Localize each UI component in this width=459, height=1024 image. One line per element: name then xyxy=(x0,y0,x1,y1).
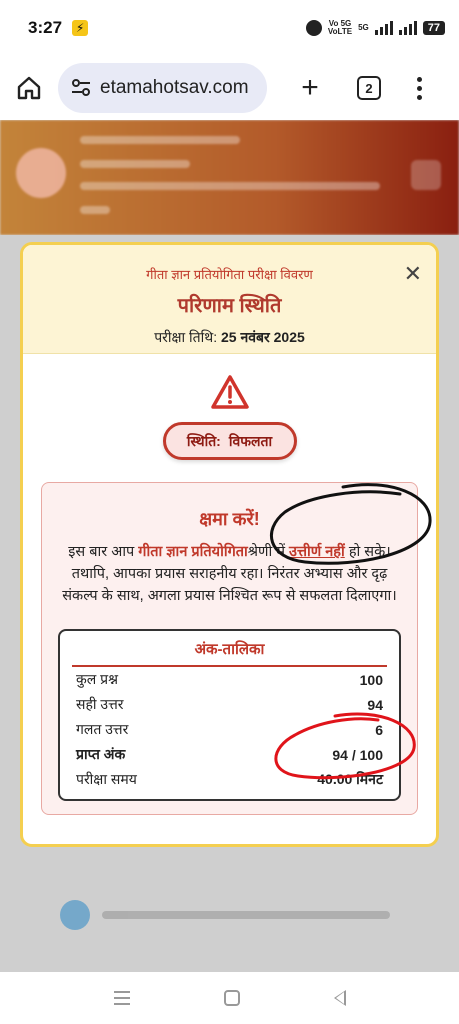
status-value: विफलता xyxy=(228,432,273,449)
blurred-footer xyxy=(60,900,390,930)
modal-title: परिणाम स्थिति xyxy=(177,295,282,317)
blurred-footer-logo xyxy=(60,900,90,930)
result-message-box: क्षमा करें! इस बार आप गीता ज्ञान प्रतियो… xyxy=(41,482,418,815)
blurred-close-icon xyxy=(411,160,441,190)
close-button[interactable]: ✕ xyxy=(404,261,422,287)
status-badge: स्थिति: विफलता xyxy=(162,422,297,460)
score-label: प्राप्त अंक xyxy=(76,746,126,762)
score-card-title: अंक-तालिका xyxy=(72,639,387,667)
page-content: गीता ज्ञान प्रतियोगिता परीक्षा विवरण परि… xyxy=(0,120,459,972)
signal-icon xyxy=(374,21,393,35)
result-message: इस बार आप गीता ज्ञान प्रतियोगिताश्रेणी म… xyxy=(42,531,417,607)
tab-switcher-button[interactable]: 2 xyxy=(357,76,381,100)
score-label: गलत उत्तर xyxy=(76,721,129,737)
score-value: 40.00 मिनट xyxy=(317,771,383,787)
score-value: 94 / 100 xyxy=(332,746,383,763)
url-bar[interactable]: etamahotsav.com xyxy=(58,63,267,113)
score-label: सही उत्तर xyxy=(76,696,124,712)
status-label: स्थिति: xyxy=(186,432,221,449)
score-label: कुल प्रश्न xyxy=(76,671,118,687)
msg-highlight-1: गीता ज्ञान प्रतियोगिता xyxy=(138,544,248,560)
score-card: अंक-तालिका कुल प्रश्न 100 सही उत्तर 94 ग… xyxy=(58,629,401,801)
home-nav-icon[interactable] xyxy=(223,990,240,1006)
msg-highlight-2: उत्तीर्ण नहीं xyxy=(289,544,345,560)
exam-date-value: 25 नवंबर 2025 xyxy=(221,329,305,345)
alarm-icon xyxy=(305,20,322,36)
recent-apps-icon[interactable] xyxy=(113,991,130,1005)
site-settings-icon[interactable] xyxy=(70,77,92,99)
browser-toolbar: etamahotsav.com + 2 xyxy=(0,56,459,120)
more-menu-icon[interactable] xyxy=(417,76,422,100)
new-tab-icon[interactable]: + xyxy=(295,71,325,105)
blurred-site-header xyxy=(0,120,459,235)
score-row-total: कुल प्रश्न 100 xyxy=(72,667,387,692)
score-value: 94 xyxy=(367,696,383,713)
url-text: etamahotsav.com xyxy=(100,77,249,98)
clock: 3:27 xyxy=(28,18,63,37)
result-heading: क्षमा करें! xyxy=(199,509,260,529)
exam-date-label: परीक्षा तिथि: xyxy=(154,329,218,345)
modal-subtitle: गीता ज्ञान प्रतियोगिता परीक्षा विवरण xyxy=(146,267,313,282)
flash-app-icon: ⚡ xyxy=(72,20,89,36)
modal-header: गीता ज्ञान प्रतियोगिता परीक्षा विवरण परि… xyxy=(23,245,436,354)
blurred-logo xyxy=(16,148,66,198)
score-label: परीक्षा समय xyxy=(76,771,137,787)
result-modal: गीता ज्ञान प्रतियोगिता परीक्षा विवरण परि… xyxy=(20,242,439,847)
network-5g: 5G xyxy=(358,23,369,32)
status-bar: 3:27 ⚡ Vo 5G VoLTE 5G 77 xyxy=(0,0,459,56)
score-value: 100 xyxy=(359,671,383,688)
score-row-obtained: प्राप्त अंक 94 / 100 xyxy=(72,742,387,767)
system-nav-bar xyxy=(0,972,459,1024)
signal-icon-2 xyxy=(398,21,417,35)
score-value: 6 xyxy=(375,721,383,738)
home-icon[interactable] xyxy=(14,73,44,103)
msg-part-2: श्रेणी में xyxy=(247,544,285,560)
blurred-footer-text xyxy=(102,911,390,919)
warning-wrap xyxy=(23,374,436,410)
exam-date: परीक्षा तिथि: 25 नवंबर 2025 xyxy=(23,328,436,347)
score-row-correct: सही उत्तर 94 xyxy=(72,692,387,717)
status-icons: Vo 5G VoLTE 5G 77 xyxy=(305,19,445,36)
score-row-time: परीक्षा समय 40.00 मिनट xyxy=(72,767,387,792)
score-row-wrong: गलत उत्तर 6 xyxy=(72,717,387,742)
network-type: Vo 5G VoLTE xyxy=(327,19,353,36)
back-nav-icon[interactable] xyxy=(333,990,346,1006)
warning-icon xyxy=(210,375,249,409)
msg-part-1: इस बार आप xyxy=(68,544,135,560)
battery-icon: 77 xyxy=(422,21,445,35)
